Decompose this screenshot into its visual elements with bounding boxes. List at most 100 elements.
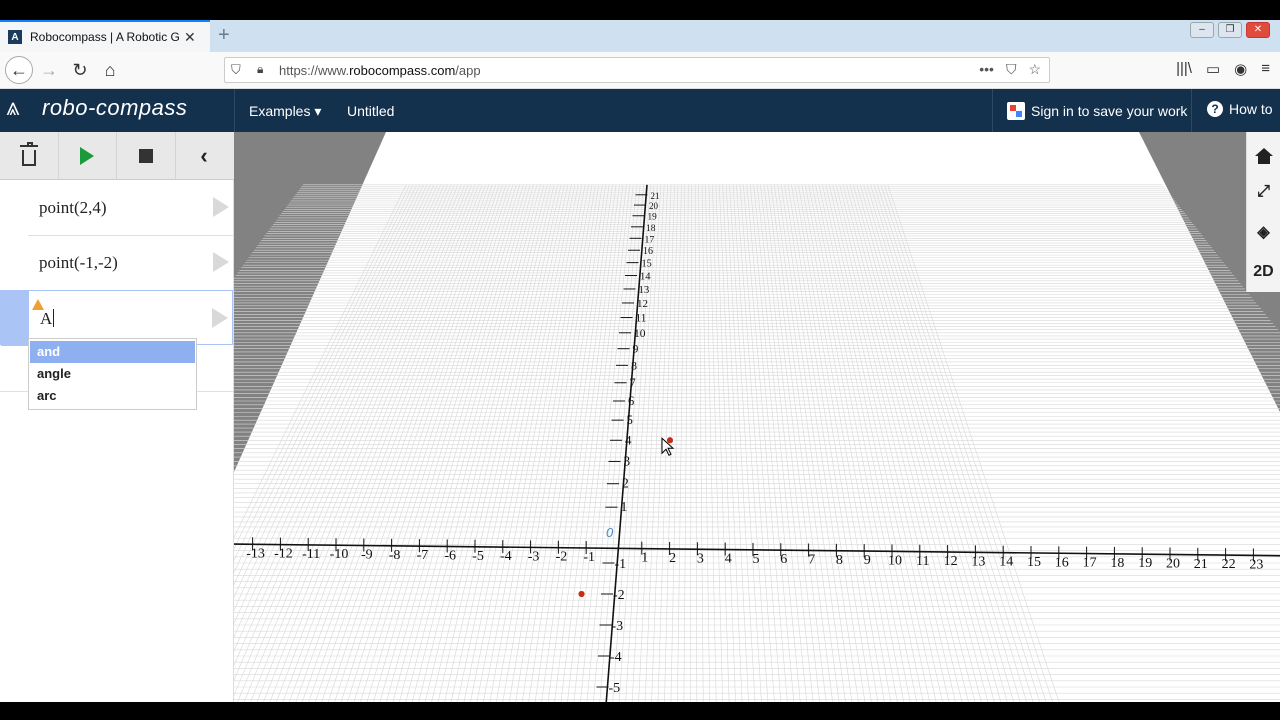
- x-tick-label: -13: [246, 546, 265, 561]
- app-logo[interactable]: ⩓ robo-compass: [6, 94, 187, 122]
- x-tick-label: 19: [1138, 556, 1152, 571]
- x-tick-label: 17: [1083, 556, 1097, 571]
- fullscreen-button[interactable]: ⤢: [1247, 172, 1280, 212]
- reload-icon[interactable]: ↻: [68, 58, 92, 82]
- toggle-visibility-button[interactable]: ◈: [1247, 212, 1280, 252]
- y-tick-label: -2: [613, 588, 625, 603]
- menu-icon[interactable]: ≡: [1261, 60, 1270, 78]
- x-tick-label: -11: [302, 547, 320, 562]
- x-tick-label: 13: [971, 554, 985, 569]
- autocomplete-item[interactable]: angle: [30, 363, 195, 385]
- x-tick-label: 21: [1194, 557, 1208, 572]
- header-divider: [234, 89, 235, 132]
- y-tick-label: 18: [646, 224, 656, 234]
- stop-button[interactable]: [117, 132, 176, 179]
- y-tick-label: 3: [624, 453, 631, 468]
- y-tick-label: 1: [621, 499, 628, 514]
- geometry-canvas[interactable]: -13 -12 -11 -10 -9 -8 -7 -6 -5 -4 -3 -2 -1 1 2 3 4 5 6 7 8 9 1…: [234, 132, 1280, 702]
- shield-icon[interactable]: ⛉: [231, 62, 241, 78]
- command-row-active[interactable]: A: [0, 290, 233, 346]
- grid-plane[interactable]: -13 -12 -11 -10 -9 -8 -7 -6 -5 -4 -3 -2 -1 1 2 3 4 5 6 7 8 9 1…: [234, 132, 1280, 702]
- tab-close-icon[interactable]: ✕: [184, 29, 196, 46]
- y-tick-label: 7: [630, 376, 636, 390]
- x-tick-label: 22: [1222, 557, 1236, 572]
- account-icon[interactable]: ◉: [1234, 60, 1247, 78]
- run-line-icon[interactable]: [213, 252, 229, 272]
- x-tick-label: 2: [669, 551, 676, 566]
- y-tick-label: -1: [615, 557, 627, 572]
- new-tab-button[interactable]: +: [218, 24, 230, 47]
- url-bar[interactable]: ⛉ 🔒︎ https://www.robocompass.com/app •••…: [224, 57, 1050, 83]
- origin-label: 0: [606, 525, 614, 540]
- x-tick-label: -1: [583, 550, 595, 565]
- url-text[interactable]: https://www.robocompass.com/app: [279, 63, 481, 78]
- how-to-button[interactable]: ? How to: [1207, 101, 1273, 117]
- stop-icon: [139, 148, 153, 163]
- y-tick-label: 14: [640, 272, 651, 283]
- line-gutter: [1, 291, 29, 346]
- examples-menu[interactable]: Examples ▾: [249, 103, 321, 120]
- x-tick-label: -7: [417, 548, 429, 563]
- view-controls: ⤢ ◈ 2D: [1246, 132, 1280, 292]
- line-gutter: [0, 235, 28, 290]
- y-tick-label: 8: [631, 358, 637, 372]
- app-header: ⩓ robo-compass Examples ▾ Untitled Sign …: [0, 89, 1280, 132]
- y-tick-label: 15: [642, 259, 652, 270]
- x-tick-label: -5: [472, 549, 484, 564]
- command-row[interactable]: point(2,4): [0, 180, 233, 236]
- eye-slash-icon: ◈: [1257, 224, 1270, 241]
- robocompass-favicon-icon: A: [8, 30, 22, 44]
- home-icon: [1254, 148, 1273, 164]
- clear-button[interactable]: [0, 132, 59, 179]
- y-tick-label: 16: [643, 246, 653, 257]
- autocomplete-item[interactable]: arc: [30, 385, 195, 407]
- autocomplete-item[interactable]: and: [30, 341, 195, 363]
- document-title[interactable]: Untitled: [347, 103, 394, 119]
- command-code[interactable]: point(2,4): [39, 198, 107, 218]
- browser-tab-strip: A Robocompass | A Robotic Geom ✕ + – ❐ ✕: [0, 20, 1280, 52]
- back-arrow-icon[interactable]: ←: [5, 56, 33, 84]
- browser-nav-bar: ← → ↻ ⌂ ⛉ 🔒︎ https://www.robocompass.com…: [0, 52, 1280, 89]
- sign-in-button[interactable]: Sign in to save your work: [992, 89, 1192, 132]
- sign-in-label: Sign in to save your work: [1031, 102, 1188, 119]
- lock-icon[interactable]: 🔒︎: [257, 62, 263, 77]
- y-tick-label: 12: [637, 298, 648, 310]
- minimize-button[interactable]: –: [1190, 22, 1214, 38]
- home-icon[interactable]: ⌂: [98, 58, 122, 82]
- run-line-icon[interactable]: [212, 308, 228, 328]
- y-tick-label: 2: [622, 476, 629, 491]
- home-view-button[interactable]: [1247, 132, 1280, 172]
- command-row[interactable]: point(-1,-2): [0, 235, 233, 291]
- maximize-button[interactable]: ❐: [1218, 22, 1242, 38]
- view-mode-button[interactable]: 2D: [1247, 252, 1280, 292]
- y-tick-label: -3: [612, 619, 624, 634]
- trash-icon: [20, 141, 38, 166]
- collapse-panel-button[interactable]: ‹: [175, 132, 233, 179]
- x-tick-label: 15: [1027, 555, 1041, 570]
- tab-title: Robocompass | A Robotic Geom: [30, 30, 180, 44]
- y-tick-label: 21: [651, 191, 660, 201]
- google-icon: [1007, 101, 1025, 120]
- command-panel: ‹ point(2,4) point(-1,-2) A and angle ar…: [0, 132, 234, 702]
- how-to-label: How to: [1229, 101, 1273, 117]
- star-icon[interactable]: ☆: [1028, 61, 1041, 78]
- forward-arrow-icon[interactable]: →: [37, 58, 61, 82]
- close-window-button[interactable]: ✕: [1246, 22, 1270, 38]
- more-icon[interactable]: •••: [979, 61, 994, 78]
- chevron-left-icon: ‹: [200, 142, 208, 168]
- library-icon[interactable]: |||\: [1176, 60, 1192, 78]
- y-tick-label: 6: [628, 394, 634, 408]
- x-tick-label: 9: [864, 553, 871, 568]
- command-input[interactable]: A: [40, 309, 55, 329]
- run-button[interactable]: [58, 132, 117, 179]
- browser-tab[interactable]: A Robocompass | A Robotic Geom ✕: [0, 20, 210, 52]
- pocket-icon[interactable]: ⛉: [1006, 61, 1017, 78]
- command-toolbar: ‹: [0, 132, 234, 180]
- run-line-icon[interactable]: [213, 197, 229, 217]
- x-tick-label: -8: [389, 548, 401, 563]
- command-code[interactable]: point(-1,-2): [39, 253, 118, 273]
- x-tick-label: 16: [1055, 555, 1069, 570]
- y-tick-label: -4: [610, 650, 622, 665]
- sidebar-icon[interactable]: ▭: [1206, 60, 1220, 78]
- text-caret: [53, 309, 55, 327]
